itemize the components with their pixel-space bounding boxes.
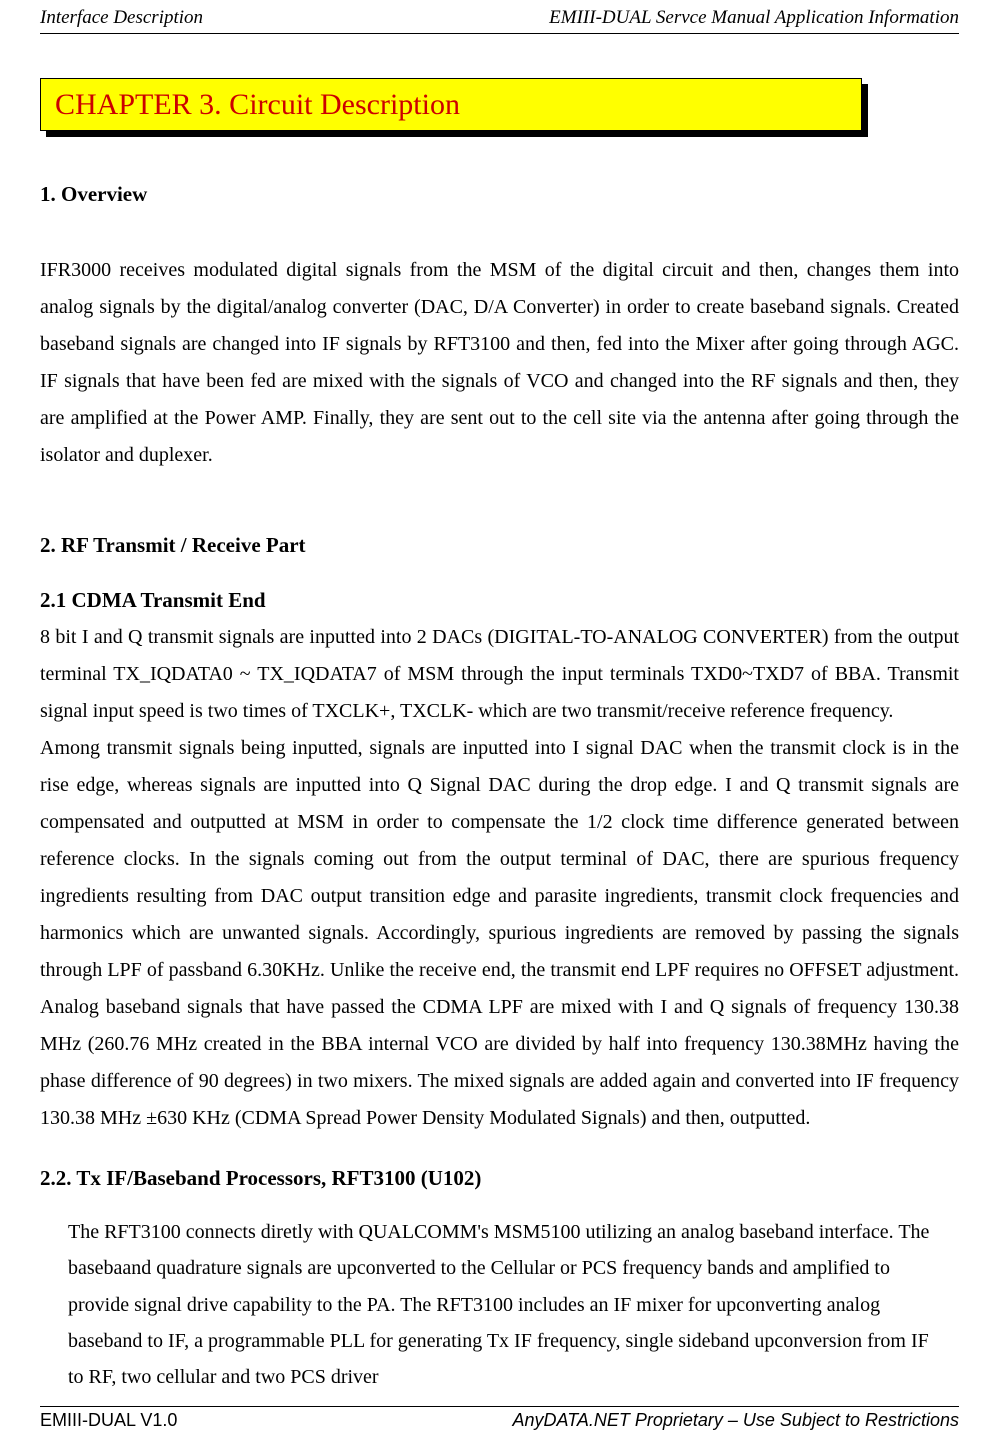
chapter-title-text: CHAPTER 3. Circuit Description <box>55 88 460 121</box>
section-2-1-body-para1: 8 bit I and Q transmit signals are input… <box>40 619 959 730</box>
footer-left: EMIII-DUAL V1.0 <box>40 1409 177 1432</box>
page-footer: EMIII-DUAL V1.0 AnyDATA.NET Proprietary … <box>40 1406 959 1432</box>
footer-right: AnyDATA.NET Proprietary – Use Subject to… <box>513 1409 959 1432</box>
chapter-title-box: CHAPTER 3. Circuit Description <box>40 78 862 131</box>
section-2-title: 2. RF Transmit / Receive Part <box>40 532 959 559</box>
section-1-title: 1. Overview <box>40 181 959 208</box>
section-2-2-title: 2.2. Tx IF/Baseband Processors, RFT3100 … <box>40 1165 959 1192</box>
chapter-title-container: CHAPTER 3. Circuit Description <box>40 78 862 131</box>
section-2-1-body-para2: Among transmit signals being inputted, s… <box>40 730 959 1137</box>
section-2-2-body-wrap: The RFT3100 connects diretly with QUALCO… <box>40 1214 959 1396</box>
page-header: Interface Description EMIII-DUAL Servce … <box>40 0 959 34</box>
header-left: Interface Description <box>40 6 203 31</box>
header-right: EMIII-DUAL Servce Manual Application Inf… <box>549 6 959 31</box>
section-2-1-title: 2.1 CDMA Transmit End <box>40 587 959 614</box>
section-1-body: IFR3000 receives modulated digital signa… <box>40 252 959 474</box>
section-2-2-body: The RFT3100 connects diretly with QUALCO… <box>68 1214 949 1396</box>
